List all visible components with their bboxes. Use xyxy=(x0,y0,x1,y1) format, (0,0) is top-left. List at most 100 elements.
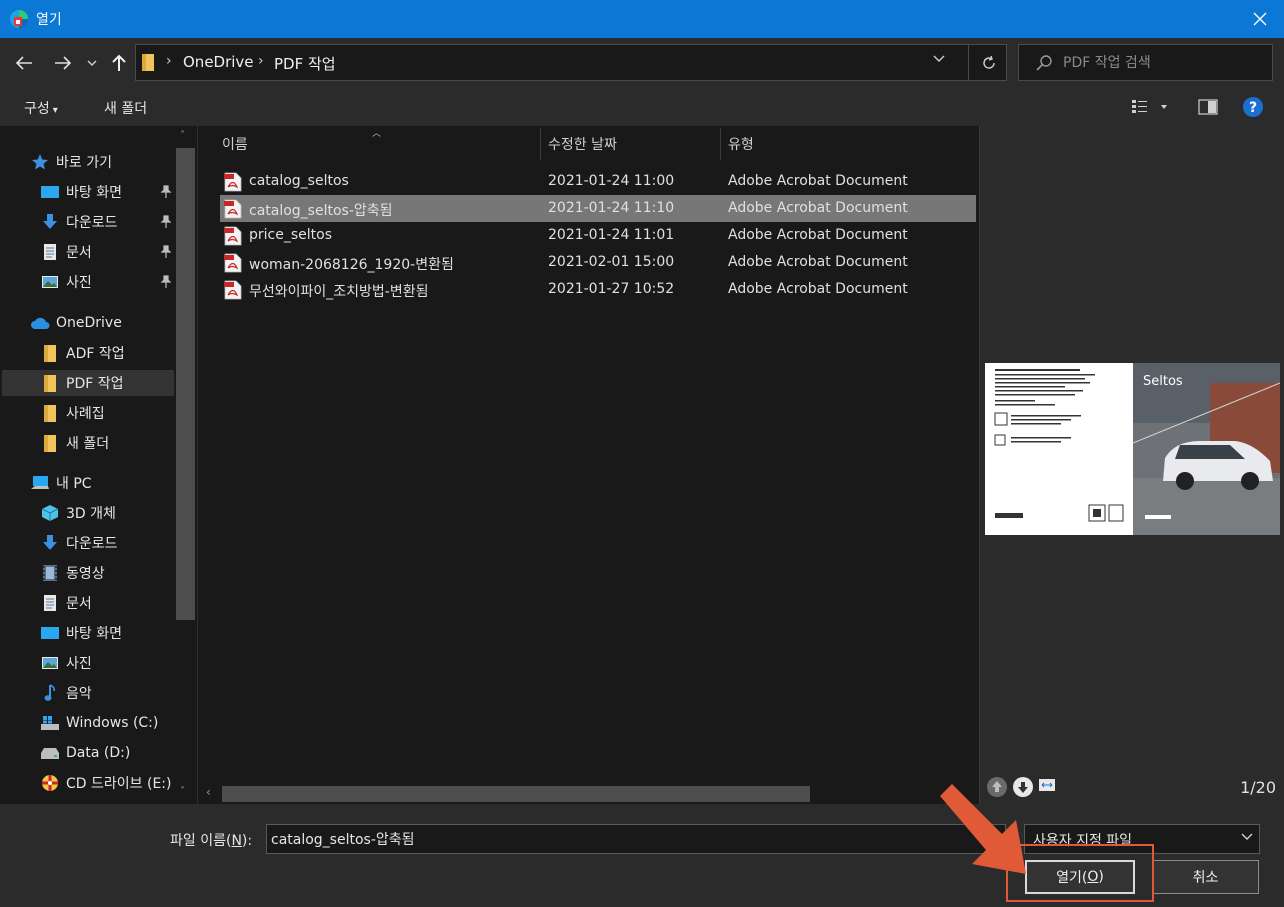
nav-label: 다운로드 xyxy=(66,215,118,231)
column-header-type[interactable]: 유형 xyxy=(728,126,968,162)
pin-icon xyxy=(160,215,172,228)
close-button[interactable] xyxy=(1236,0,1284,38)
refresh-button[interactable] xyxy=(968,45,1008,80)
nav-folder-pdf[interactable]: PDF 작업 xyxy=(2,370,174,396)
nav-pc-music[interactable]: 음악 xyxy=(40,680,174,706)
forward-button[interactable] xyxy=(50,50,76,76)
document-icon xyxy=(40,242,60,262)
file-row-selected[interactable]: catalog_seltos-압축됨 2021-01-24 11:10 Adob… xyxy=(220,195,976,222)
scroll-down-icon[interactable]: ˅ xyxy=(180,786,185,797)
back-button[interactable] xyxy=(11,50,37,76)
nav-quick-pictures[interactable]: 사진 xyxy=(40,269,174,295)
arrow-up-icon xyxy=(112,54,126,71)
horizontal-scrollbar[interactable]: ‹ xyxy=(198,782,979,804)
caret-down-icon: ▾ xyxy=(52,105,58,116)
fit-width-icon[interactable] xyxy=(1038,776,1056,794)
computer-icon xyxy=(30,473,50,493)
column-divider[interactable] xyxy=(540,128,541,160)
nav-pc-drive-c[interactable]: Windows (C:) xyxy=(40,710,174,736)
window-title: 열기 xyxy=(36,12,62,28)
file-row[interactable]: price_seltos 2021-01-24 11:01 Adobe Acro… xyxy=(220,222,976,249)
breadcrumb-onedrive[interactable]: OneDrive xyxy=(183,53,254,71)
nav-label: OneDrive xyxy=(56,315,122,331)
breadcrumb-separator: › xyxy=(258,53,264,69)
file-date: 2021-01-27 10:52 xyxy=(548,281,675,297)
view-options-icon[interactable] xyxy=(1130,97,1170,117)
file-row[interactable]: catalog_seltos 2021-01-24 11:00 Adobe Ac… xyxy=(220,168,976,195)
nav-pc-drive-e[interactable]: CD 드라이브 (E:) xyxy=(40,770,174,796)
nav-label: 내 PC xyxy=(56,476,92,492)
new-folder-button[interactable]: 새 폴더 xyxy=(104,98,147,118)
nav-folder-adf[interactable]: ADF 작업 xyxy=(40,340,174,366)
help-icon[interactable]: ? xyxy=(1243,97,1263,117)
title-bar: 열기 xyxy=(0,0,1284,38)
chevron-down-icon[interactable] xyxy=(933,55,945,63)
nav-quick-documents[interactable]: 문서 xyxy=(40,239,174,265)
picture-icon xyxy=(40,653,60,673)
up-button[interactable] xyxy=(106,50,132,76)
nav-pc-videos[interactable]: 동영상 xyxy=(40,560,174,586)
recent-locations-button[interactable] xyxy=(82,50,102,76)
picture-icon xyxy=(40,272,60,292)
search-box[interactable] xyxy=(1018,44,1273,81)
file-type: Adobe Acrobat Document xyxy=(728,200,908,216)
breadcrumb-separator: › xyxy=(166,53,172,69)
file-type: Adobe Acrobat Document xyxy=(728,173,908,189)
column-header-date[interactable]: 수정한 날짜 xyxy=(548,126,718,162)
scrollbar-thumb[interactable] xyxy=(222,786,810,802)
file-row[interactable]: woman-2068126_1920-변환됨 2021-02-01 15:00 … xyxy=(220,249,976,276)
nav-this-pc[interactable]: 내 PC xyxy=(30,470,174,496)
nav-quick-desktop[interactable]: 바탕 화면 xyxy=(40,179,174,205)
scroll-left-icon[interactable]: ‹ xyxy=(206,785,211,799)
cancel-button[interactable]: 취소 xyxy=(1152,860,1259,894)
cube-icon xyxy=(40,503,60,523)
star-icon xyxy=(30,152,50,172)
folder-icon xyxy=(142,54,154,71)
nav-pc-3d-objects[interactable]: 3D 개체 xyxy=(40,500,174,526)
desktop-icon xyxy=(40,623,60,643)
file-date: 2021-01-24 11:10 xyxy=(548,200,675,216)
nav-label: PDF 작업 xyxy=(66,376,124,392)
download-icon xyxy=(40,533,60,553)
preview-pane-icon[interactable] xyxy=(1198,97,1218,117)
nav-pc-drive-d[interactable]: Data (D:) xyxy=(40,740,174,766)
pin-icon xyxy=(160,185,172,198)
nav-pc-downloads[interactable]: 다운로드 xyxy=(40,530,174,556)
nav-pc-pictures[interactable]: 사진 xyxy=(40,650,174,676)
file-name: catalog_seltos xyxy=(249,173,349,189)
column-divider[interactable] xyxy=(720,128,721,160)
nav-folder-new[interactable]: 새 폴더 xyxy=(40,430,174,456)
filename-accesskey: N xyxy=(231,833,242,849)
chevron-down-icon xyxy=(87,60,97,66)
nav-label: 새 폴더 xyxy=(66,436,110,452)
nav-onedrive[interactable]: OneDrive xyxy=(30,310,174,336)
nav-quick-downloads[interactable]: 다운로드 xyxy=(40,209,174,235)
search-input[interactable] xyxy=(1063,51,1263,75)
nav-scrollbar[interactable]: ˄ ˅ xyxy=(175,126,196,804)
nav-label: 다운로드 xyxy=(66,536,118,552)
column-header-name[interactable]: 이름 xyxy=(222,126,538,162)
file-type: Adobe Acrobat Document xyxy=(728,281,908,297)
nav-label: 사진 xyxy=(66,656,92,672)
nav-label: 사진 xyxy=(66,275,92,291)
file-name: woman-2068126_1920-변환됨 xyxy=(249,257,454,273)
scroll-up-icon[interactable]: ˄ xyxy=(180,130,185,141)
pdf-file-icon xyxy=(224,226,242,246)
nav-folder-cases[interactable]: 사례집 xyxy=(40,400,174,426)
organize-button[interactable]: 구성 ▾ xyxy=(24,98,58,118)
file-list: ︿ 이름 수정한 날짜 유형 catalog_seltos 2021-01-24… xyxy=(198,126,979,804)
filename-input[interactable] xyxy=(266,824,1006,854)
scrollbar-thumb[interactable] xyxy=(176,148,195,620)
nav-label: 동영상 xyxy=(66,566,105,582)
folder-icon xyxy=(40,403,60,423)
nav-label: 3D 개체 xyxy=(66,506,116,522)
nav-pc-documents[interactable]: 문서 xyxy=(40,590,174,616)
address-bar[interactable]: › OneDrive › PDF 작업 xyxy=(135,44,1007,81)
file-row[interactable]: 무선와이파이_조치방법-변환됨 2021-01-27 10:52 Adobe A… xyxy=(220,276,976,303)
filename-label-text: 파일 이름( xyxy=(170,833,232,849)
breadcrumb-pdf-folder[interactable]: PDF 작업 xyxy=(274,53,336,74)
file-date: 2021-01-24 11:00 xyxy=(548,173,675,189)
nav-pc-desktop[interactable]: 바탕 화면 xyxy=(40,620,174,646)
organize-label: 구성 xyxy=(24,101,50,117)
nav-label: 문서 xyxy=(66,596,92,612)
